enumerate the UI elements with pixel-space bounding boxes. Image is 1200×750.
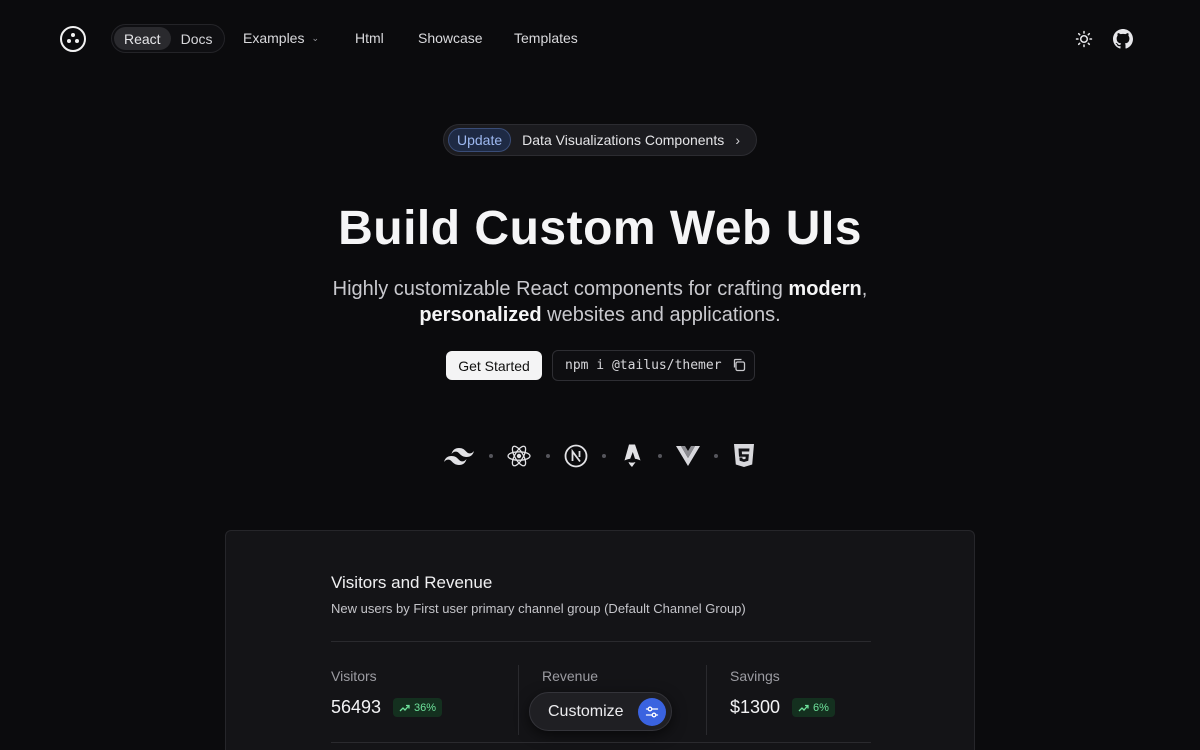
separator-dot <box>602 454 606 458</box>
tech-icons-row <box>444 442 756 470</box>
showcase-link[interactable]: Showcase <box>418 30 483 46</box>
revenue-label: Revenue <box>542 668 599 684</box>
subtitle-bold-1: modern <box>788 278 862 300</box>
announcement-text: Data Visualizations Components <box>522 132 725 148</box>
vue-icon <box>673 442 703 470</box>
react-tab[interactable]: React <box>114 27 171 50</box>
analytics-card: Visitors and Revenue New users by First … <box>225 530 975 750</box>
github-icon[interactable] <box>1113 29 1133 49</box>
subtitle-text-2: , <box>861 278 868 300</box>
customize-label: Customize <box>548 702 624 720</box>
separator-dot <box>658 454 662 458</box>
logo-icon[interactable] <box>60 26 86 52</box>
theme-toggle-icon <box>1075 30 1093 48</box>
visitors-trend: 36% <box>414 701 437 714</box>
top-nav: React Docs Examples ⌄ Html Showcase Temp… <box>0 0 1200 78</box>
visitors-trend-badge: 36% <box>393 698 443 717</box>
card-divider <box>331 641 871 642</box>
card-subtitle: New users by First user primary channel … <box>331 601 746 616</box>
framework-switch: React Docs <box>111 24 226 53</box>
hero-subtitle: Highly customizable React components for… <box>300 276 900 328</box>
savings-trend: 6% <box>813 701 829 714</box>
get-started-button[interactable]: Get Started <box>446 351 542 380</box>
trend-up-icon <box>399 704 410 711</box>
savings-trend-badge: 6% <box>792 698 835 717</box>
announcement-pill[interactable]: Update Data Visualizations Components › <box>443 124 757 156</box>
sun-icon[interactable] <box>1074 29 1094 49</box>
html5-icon <box>729 442 759 470</box>
subtitle-text-1: Highly customizable React components for… <box>332 278 789 300</box>
chevron-down-icon: ⌄ <box>311 32 320 43</box>
card-title: Visitors and Revenue <box>331 573 493 592</box>
separator-dot <box>714 454 718 458</box>
separator-dot <box>546 454 550 458</box>
install-command[interactable]: npm i @tailus/themer <box>552 350 755 381</box>
visitors-label: Visitors <box>331 668 377 684</box>
customize-button[interactable]: Customize <box>529 692 672 731</box>
separator-dot <box>489 454 493 458</box>
page-title: Build Custom Web UIs <box>338 202 862 255</box>
examples-label: Examples <box>243 30 305 46</box>
github-mark-icon <box>1113 29 1133 49</box>
visitors-value: 56493 <box>331 697 382 717</box>
savings-value: $1300 <box>730 697 781 717</box>
install-command-text: npm i @tailus/themer <box>565 358 722 373</box>
update-badge: Update <box>448 128 512 152</box>
subtitle-text-3: websites and applications. <box>541 304 781 326</box>
card-divider-bottom <box>331 742 871 743</box>
copy-icon[interactable] <box>732 358 746 372</box>
docs-tab[interactable]: Docs <box>171 27 223 50</box>
trend-up-icon <box>798 704 809 711</box>
nextjs-icon <box>561 442 591 470</box>
html-link[interactable]: Html <box>355 30 384 46</box>
stat-divider <box>518 665 519 735</box>
stat-divider <box>706 665 707 735</box>
logo-mark-icon <box>67 33 79 43</box>
templates-link[interactable]: Templates <box>514 30 578 46</box>
sliders-icon <box>638 698 666 726</box>
react-icon <box>504 442 534 470</box>
astro-icon <box>617 442 647 470</box>
tailwind-icon <box>444 442 474 470</box>
chevron-right-icon: › <box>735 132 740 148</box>
examples-menu[interactable]: Examples ⌄ <box>243 30 319 46</box>
subtitle-bold-2: personalized <box>419 304 542 326</box>
savings-label: Savings <box>730 668 780 684</box>
